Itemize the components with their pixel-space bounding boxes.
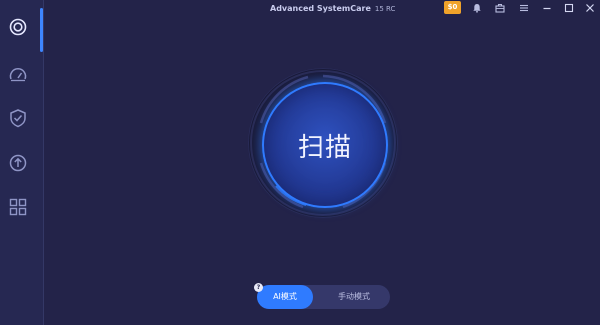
minimize-icon[interactable] (540, 1, 554, 15)
care-icon[interactable] (7, 16, 29, 38)
offer-badge[interactable]: $0 (444, 1, 461, 14)
bell-icon[interactable] (470, 1, 484, 15)
app-name: Advanced SystemCare (270, 4, 371, 13)
scan-button[interactable]: 扫描 (262, 82, 388, 208)
manual-mode-tab[interactable]: 手动模式 (323, 285, 385, 309)
toolbox-icon[interactable] (7, 196, 29, 218)
update-icon[interactable] (7, 152, 29, 174)
briefcase-icon[interactable] (493, 1, 507, 15)
shield-icon[interactable] (7, 107, 29, 129)
sidebar (0, 0, 44, 325)
help-icon[interactable]: ? (254, 283, 263, 292)
app-title: Advanced SystemCare 15 RC (270, 2, 395, 16)
ai-mode-tab[interactable]: AI模式 (257, 285, 313, 309)
speedometer-icon[interactable] (7, 64, 29, 86)
menu-icon[interactable] (517, 1, 531, 15)
close-icon[interactable] (583, 1, 597, 15)
maximize-icon[interactable] (562, 1, 576, 15)
app-version: 15 RC (374, 5, 396, 13)
sidebar-active-indicator (40, 8, 43, 52)
mode-switch: AI模式 手动模式 (257, 285, 390, 309)
scan-label: 扫描 (297, 132, 352, 163)
